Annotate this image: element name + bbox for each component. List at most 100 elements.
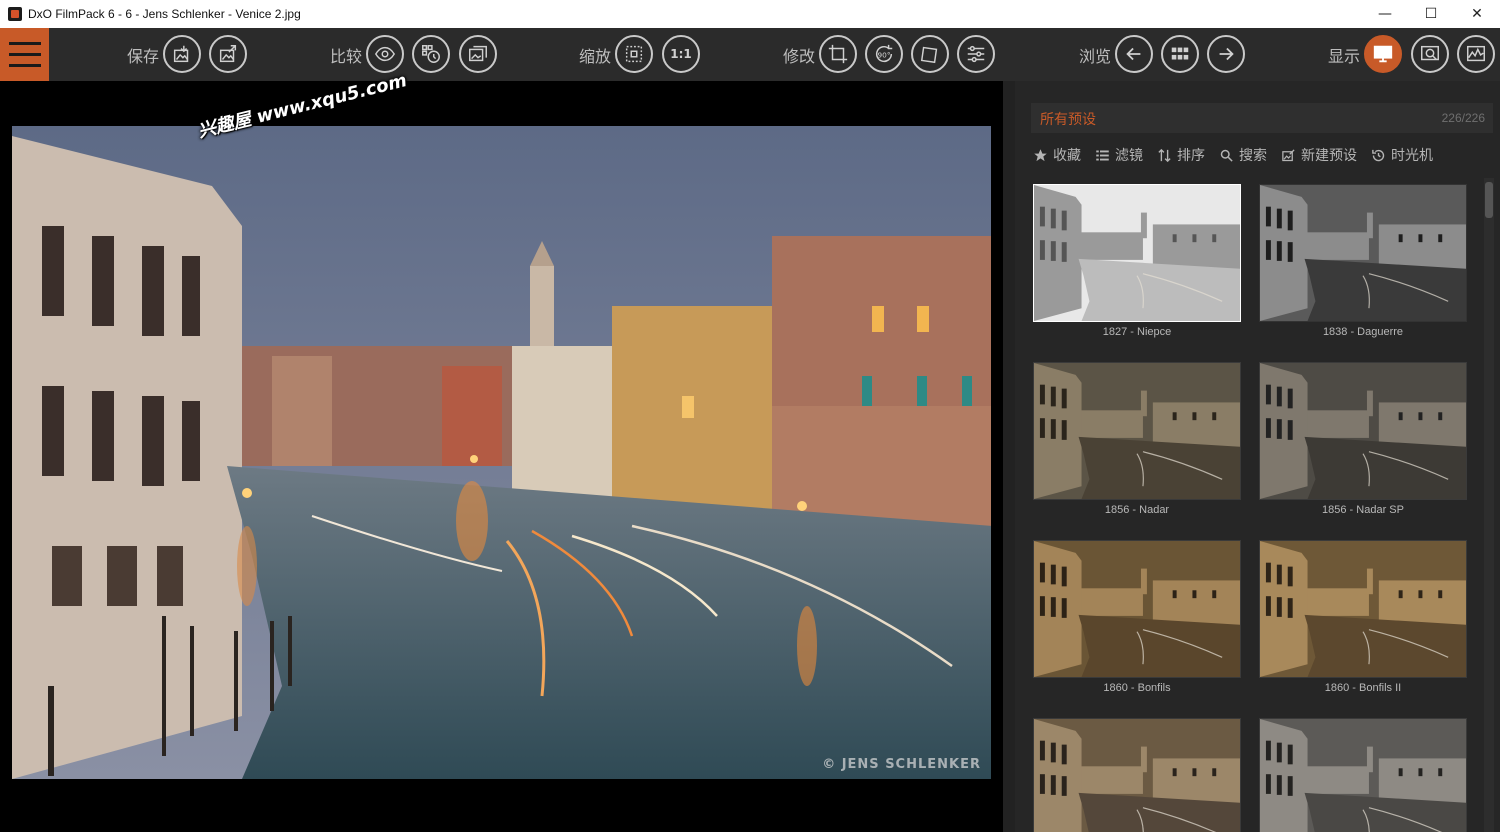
preset-thumbnail[interactable]: 1827 - Niepce [1033,184,1241,338]
display-label: 显示 [1328,47,1361,66]
preview-shape [1299,232,1369,260]
grid-browser-button[interactable] [1161,35,1199,73]
new-preset-label: 新建预设 [1301,148,1357,164]
preset-preview-graphic [1034,185,1240,321]
browse-label: 浏览 [1079,47,1112,66]
preview-shape [1418,412,1423,421]
fullscreen-display-button[interactable] [1364,35,1402,73]
crop-button[interactable] [819,35,857,73]
previous-image-button[interactable] [1115,35,1153,73]
preset-preview-image [1033,540,1241,678]
preview-shape [1304,258,1466,321]
fit-to-screen-button[interactable] [615,35,653,73]
preview-shape [1276,775,1282,795]
minimize-button[interactable]: — [1362,0,1408,28]
preview-shape [1287,210,1293,231]
preview-shape [1212,590,1217,599]
export-to-disk-button[interactable] [163,35,201,73]
rotate-90-icon: 90° [876,44,893,63]
presets-scrollbar[interactable] [1484,178,1494,832]
preview-shape [1140,746,1147,773]
preset-preview-image [1259,718,1467,832]
export-to-app-button[interactable] [209,35,247,73]
preview-shape [1438,412,1443,421]
preview-shape [1039,418,1045,438]
hamburger-menu-button[interactable] [0,28,49,81]
main-photo: © JENS SCHLENKER [12,126,991,779]
crop-icon [828,44,848,64]
preview-shape [1050,419,1056,439]
side-by-side-button[interactable] [459,35,497,73]
zoom-100-button[interactable]: 1:1 [662,35,700,73]
preview-shape [1265,596,1271,616]
preset-thumbnail[interactable]: 1856 - Nadar SP [1259,362,1467,516]
preset-preview-graphic [1260,541,1466,677]
preview-shape [1287,598,1293,618]
preview-shape [1276,564,1282,585]
rotate-button[interactable]: 90° [865,35,903,73]
preview-shape [1265,240,1271,260]
preset-thumbnail[interactable]: 1838 - Daguerre [1259,184,1467,338]
preview-shape [1140,568,1147,595]
preview-shape [1366,212,1373,239]
preset-thumbnail[interactable]: 1856 - Nadar [1033,362,1241,516]
preset-preview-graphic [1034,363,1240,499]
preset-preview-graphic [1260,185,1466,321]
preview-shape [1073,410,1143,438]
preview-shape [1265,206,1271,227]
preset-thumbnail[interactable] [1033,718,1241,832]
loupe-button[interactable] [1411,35,1449,73]
panel-splitter[interactable] [1003,81,1015,832]
next-image-button[interactable] [1207,35,1245,73]
favorites-button[interactable]: 收藏 [1033,145,1081,165]
time-machine-icon [1372,149,1385,161]
new-preset-button[interactable]: 新建预设 [1281,145,1357,165]
preview-shape [1192,590,1197,599]
menu-line [8,42,41,45]
preset-preview-image [1033,718,1241,832]
preview-shape [1172,590,1177,599]
save-label: 保存 [127,47,160,66]
straighten-button[interactable] [911,35,949,73]
preview-shape [1172,412,1177,421]
preset-thumbnail[interactable]: 1860 - Bonfils [1033,540,1241,694]
eye-icon [374,46,396,62]
preset-name: 1856 - Nadar [1104,504,1170,516]
star-icon [1034,148,1047,161]
time-machine-button[interactable]: 时光机 [1371,145,1433,165]
preview-shape [1078,436,1240,499]
presets-count: 226/226 [1441,111,1485,125]
search-button[interactable]: 搜索 [1219,145,1267,165]
preview-shape [1398,412,1403,421]
venice-canal-photo [12,126,991,779]
preview-shape [1039,740,1045,761]
preview-shape [1172,234,1177,243]
preview-shape [1192,768,1197,777]
scrollbar-thumb[interactable] [1485,182,1493,218]
preview-shape [1061,388,1067,409]
preview-shape [1061,776,1067,796]
presets-grid: 1827 - Niepce 1838 - Daguerre 1856 - Nadar… [1033,184,1473,832]
search-label: 搜索 [1239,148,1267,164]
maximize-button[interactable]: ☐ [1408,0,1454,28]
app-logo-icon [8,7,22,21]
filters-button[interactable]: 滤镜 [1095,145,1143,165]
close-button[interactable]: ✕ [1454,0,1500,28]
image-viewer[interactable]: © JENS SCHLENKER [0,81,1003,832]
histogram-button[interactable] [1457,35,1495,73]
sort-button[interactable]: 排序 [1157,145,1205,165]
adjustments-button[interactable] [957,35,995,73]
preset-thumbnail[interactable] [1259,718,1467,832]
preset-preview-graphic [1034,541,1240,677]
preview-shape [1050,564,1056,585]
preview-shape [1304,614,1466,677]
preset-preview-graphic [1034,719,1240,832]
history-compare-button[interactable] [412,35,450,73]
preview-shape [1265,774,1271,794]
preset-thumbnail[interactable]: 1860 - Bonfils II [1259,540,1467,694]
preview-shape [1061,744,1067,765]
preview-shape [1287,566,1293,587]
preview-shape [1265,562,1271,583]
preview-shape [1039,562,1045,583]
svg-text:90°: 90° [878,51,891,60]
